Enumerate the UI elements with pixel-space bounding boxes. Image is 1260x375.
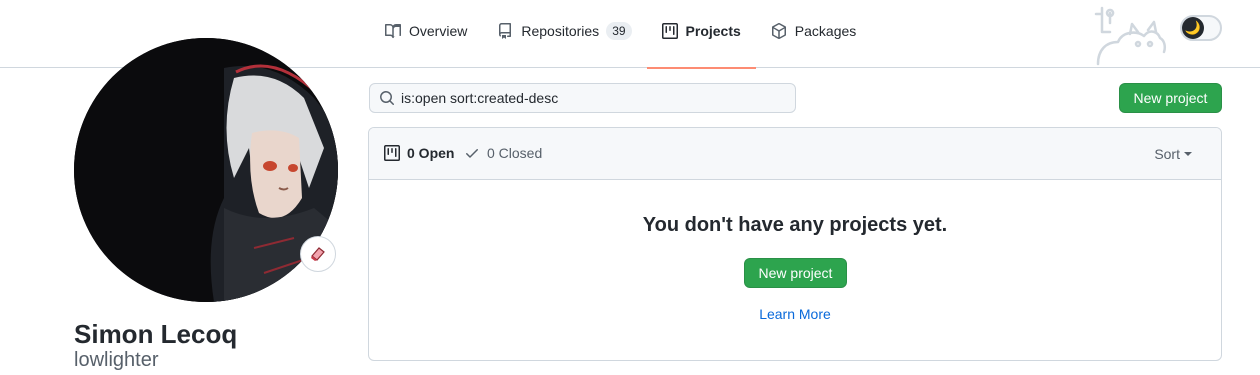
tab-projects-label: Projects (685, 23, 741, 39)
project-search (369, 83, 796, 113)
tab-overview-label: Overview (409, 23, 468, 39)
blank-state-new-project-button[interactable]: New project (744, 258, 847, 288)
search-input[interactable] (401, 90, 781, 106)
projects-box-header: 0 Open 0 Closed Sort (369, 128, 1221, 180)
tab-packages-label: Packages (794, 23, 857, 39)
closed-projects-label: 0 Closed (487, 145, 543, 161)
check-icon (466, 149, 478, 158)
project-icon (661, 23, 678, 39)
status-emoji-icon (311, 247, 325, 261)
open-projects-label: 0 Open (407, 145, 455, 161)
tab-packages[interactable]: Packages (756, 22, 871, 68)
profile-username: lowlighter (74, 349, 159, 371)
repositories-count-badge: 39 (606, 22, 632, 40)
sort-dropdown[interactable]: Sort (1154, 146, 1192, 162)
tab-projects[interactable]: Projects (646, 22, 757, 69)
project-icon (384, 145, 400, 161)
moon-icon: 🌙 (1182, 17, 1204, 39)
projects-box: 0 Open 0 Closed Sort You don't have any … (368, 127, 1222, 361)
new-project-button[interactable]: New project (1119, 83, 1222, 113)
blank-state-title: You don't have any projects yet. (642, 214, 948, 236)
tab-repositories-label: Repositories (521, 23, 600, 39)
tab-repositories[interactable]: Repositories 39 (482, 22, 646, 68)
caret-down-icon (1184, 152, 1192, 156)
repo-icon (499, 23, 512, 39)
open-projects-filter[interactable]: 0 Open (384, 145, 454, 161)
sort-label: Sort (1154, 146, 1180, 162)
search-icon (380, 91, 394, 105)
tab-overview[interactable]: Overview (370, 22, 482, 68)
theme-toggle[interactable]: 🌙 (1180, 15, 1222, 41)
eraser-icon[interactable] (300, 236, 336, 272)
avatar-illustration (74, 38, 338, 302)
closed-projects-filter[interactable]: 0 Closed (464, 145, 542, 161)
book-icon (385, 24, 401, 39)
learn-more-link[interactable]: Learn More (369, 306, 1221, 322)
package-icon (771, 23, 786, 39)
profile-tabs: Overview Repositories 39 Projects Packag… (370, 22, 871, 69)
projects-blank-state: You don't have any projects yet. New pro… (369, 180, 1221, 360)
profile-full-name: Simon Lecoq (74, 319, 238, 349)
octocat-outline-icon (1094, 6, 1167, 66)
avatar[interactable] (74, 38, 338, 302)
